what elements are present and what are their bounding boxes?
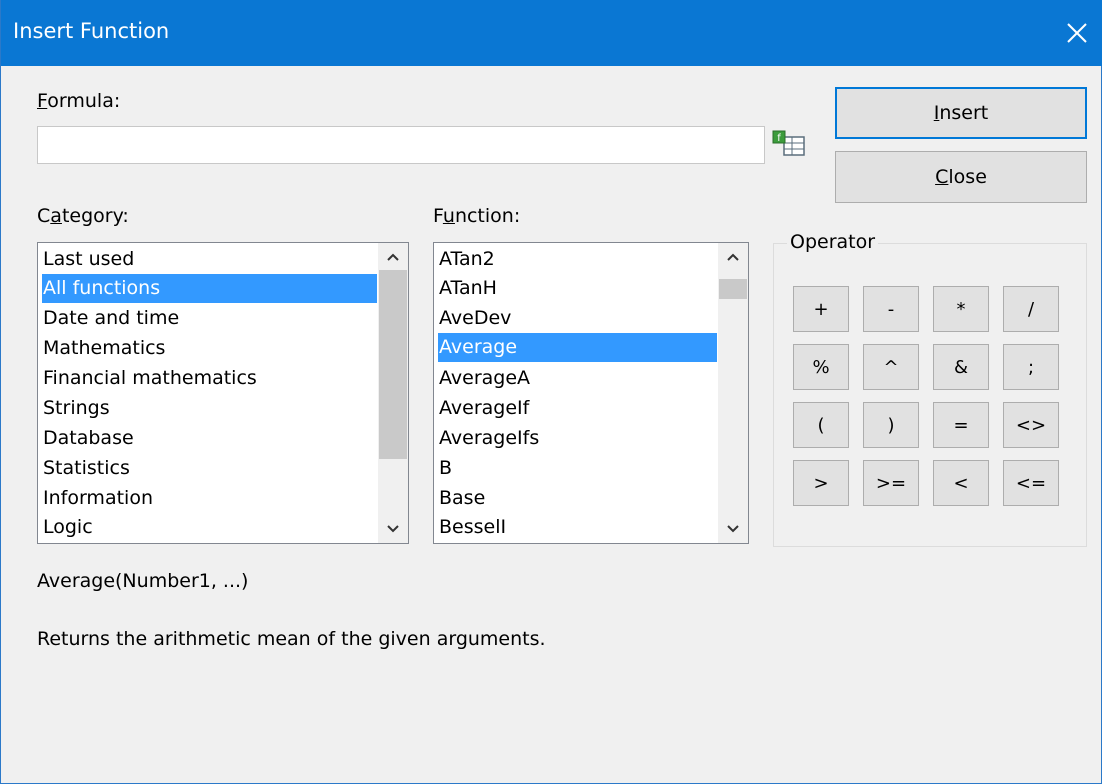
function-item[interactable]: Average <box>438 333 717 362</box>
close-button[interactable]: Close <box>835 151 1087 203</box>
operator-plus-button[interactable]: + <box>793 286 849 332</box>
category-item[interactable]: Database <box>42 424 377 453</box>
function-item[interactable]: AverageIf <box>438 394 717 423</box>
operator-not-equal-button[interactable]: <> <box>1003 402 1059 448</box>
insert-function-dialog: Insert Function Formula: f Insert Close … <box>0 0 1102 784</box>
operator-divide-button[interactable]: / <box>1003 286 1059 332</box>
formula-label: Formula: <box>37 90 121 112</box>
function-syntax: Average(Number1, ...) <box>37 570 249 592</box>
close-window-button[interactable] <box>1047 0 1102 66</box>
chevron-down-icon[interactable] <box>720 519 746 539</box>
function-item[interactable]: AverageIfs <box>438 424 717 453</box>
operator-less-equal-button[interactable]: <= <box>1003 460 1059 506</box>
function-item[interactable]: ATan2 <box>438 245 717 274</box>
chevron-down-icon[interactable] <box>380 519 406 539</box>
window-title: Insert Function <box>13 19 170 43</box>
operator-percent-button[interactable]: % <box>793 344 849 390</box>
category-listbox[interactable]: Last used All functions Date and time Ma… <box>37 242 409 544</box>
function-item[interactable]: Base <box>438 484 717 513</box>
category-item[interactable]: Logic <box>42 513 377 542</box>
title-bar: Insert Function <box>1 0 1102 66</box>
function-item[interactable]: BesselI <box>438 513 717 542</box>
category-item[interactable]: Strings <box>42 394 377 423</box>
function-scroll-thumb[interactable] <box>719 279 747 299</box>
function-item[interactable]: B <box>438 454 717 483</box>
category-scrollbar[interactable] <box>378 243 408 543</box>
operator-less-button[interactable]: < <box>933 460 989 506</box>
operator-open-paren-button[interactable]: ( <box>793 402 849 448</box>
operator-close-paren-button[interactable]: ) <box>863 402 919 448</box>
operator-power-button[interactable]: ^ <box>863 344 919 390</box>
category-item[interactable]: Last used <box>42 245 377 274</box>
formula-input[interactable] <box>37 126 765 164</box>
category-item[interactable]: Financial mathematics <box>42 364 377 393</box>
chevron-up-icon[interactable] <box>720 247 746 267</box>
svg-text:f: f <box>777 133 781 144</box>
function-item[interactable]: AveDev <box>438 304 717 333</box>
operator-semicolon-button[interactable]: ; <box>1003 344 1059 390</box>
operator-minus-button[interactable]: - <box>863 286 919 332</box>
chevron-up-icon[interactable] <box>380 247 406 267</box>
category-item[interactable]: Mathematics <box>42 334 377 363</box>
category-scroll-thumb[interactable] <box>379 270 407 459</box>
operator-greater-equal-button[interactable]: >= <box>863 460 919 506</box>
function-description: Returns the arithmetic mean of the given… <box>37 628 546 650</box>
operator-concat-button[interactable]: & <box>933 344 989 390</box>
operator-label: Operator <box>787 231 879 253</box>
function-item[interactable]: AverageA <box>438 364 717 393</box>
operator-multiply-button[interactable]: * <box>933 286 989 332</box>
category-item[interactable]: Statistics <box>42 454 377 483</box>
operator-greater-button[interactable]: > <box>793 460 849 506</box>
function-scrollbar[interactable] <box>718 243 748 543</box>
category-item[interactable]: Information <box>42 484 377 513</box>
close-icon <box>1067 23 1087 43</box>
category-item[interactable]: Date and time <box>42 304 377 333</box>
function-label: Function: <box>433 205 521 227</box>
function-listbox[interactable]: ATan2 ATanH AveDev Average AverageA Aver… <box>433 242 749 544</box>
category-item[interactable]: All functions <box>42 274 377 303</box>
function-item[interactable]: ATanH <box>438 274 717 303</box>
category-label: Category: <box>37 205 129 227</box>
insert-button[interactable]: Insert <box>835 87 1087 139</box>
spreadsheet-function-icon[interactable]: f <box>771 128 807 158</box>
operator-equals-button[interactable]: = <box>933 402 989 448</box>
